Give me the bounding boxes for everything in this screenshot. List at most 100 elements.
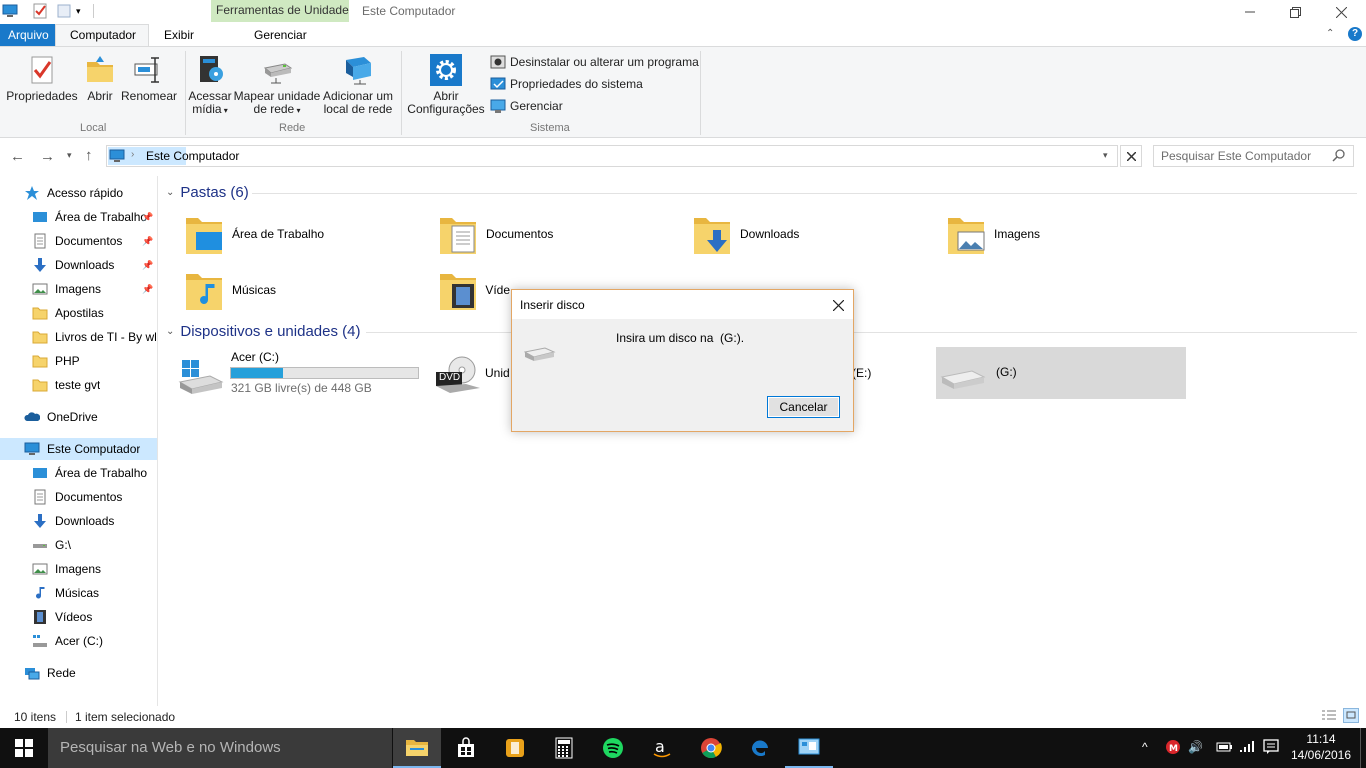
- tab-arquivo[interactable]: Arquivo: [0, 24, 55, 46]
- navigation-pane: Acesso rápido Área de Trabalho 📌 Documen…: [0, 176, 158, 706]
- show-hidden-icons-chevron-icon[interactable]: ^: [1142, 740, 1148, 754]
- start-button[interactable]: [0, 728, 48, 768]
- abrir-configuracoes-button[interactable]: Abrir Configurações: [404, 54, 488, 116]
- back-arrow-icon[interactable]: ←: [10, 148, 25, 165]
- renomear-button[interactable]: Renomear: [120, 54, 178, 103]
- nav-pc-area-de-trabalho[interactable]: Área de Trabalho: [32, 462, 147, 484]
- folder-documentos[interactable]: Documentos: [438, 210, 678, 258]
- nav-onedrive[interactable]: OneDrive: [24, 406, 98, 428]
- nav-quick-imagens[interactable]: Imagens: [32, 278, 101, 300]
- taskbar-chrome[interactable]: [687, 728, 735, 768]
- propriedades-button[interactable]: Propriedades: [6, 54, 78, 103]
- folder-musicas[interactable]: Músicas: [184, 266, 424, 314]
- taskbar-search-input[interactable]: Pesquisar na Web e no Windows: [48, 728, 392, 768]
- nav-quick-downloads[interactable]: Downloads: [32, 254, 114, 276]
- tab-exibir[interactable]: Exibir: [164, 28, 194, 42]
- details-view-icon[interactable]: [1321, 709, 1337, 723]
- propriedades-sistema-button[interactable]: Propriedades do sistema: [490, 75, 643, 93]
- tray-antivirus-icon[interactable]: M: [1166, 740, 1180, 754]
- restore-button[interactable]: [1272, 0, 1318, 24]
- drive-e[interactable]: (E:): [852, 366, 871, 380]
- tray-battery-icon[interactable]: [1215, 741, 1233, 753]
- edge-icon: [751, 740, 768, 757]
- taskbar-clock[interactable]: 11:14 14/06/2016: [1290, 731, 1352, 763]
- cancel-button[interactable]: Cancelar: [767, 396, 840, 418]
- pin-icon[interactable]: 📌: [142, 284, 153, 295]
- acessar-midia-button[interactable]: Acessar mídia ▾: [188, 54, 232, 117]
- computer-icon[interactable]: [2, 3, 18, 19]
- pin-icon[interactable]: 📌: [142, 236, 153, 247]
- breadcrumb[interactable]: Este Computador: [146, 149, 239, 163]
- folders-group-header[interactable]: ⌄ Pastas (6): [166, 184, 249, 201]
- nav-quick-teste-gvt[interactable]: teste gvt: [32, 374, 100, 396]
- tab-computador[interactable]: Computador: [55, 24, 149, 47]
- address-dropdown-icon[interactable]: ▾: [1103, 150, 1108, 161]
- address-bar[interactable]: › Este Computador ▾: [106, 145, 1118, 167]
- nav-quick-documentos[interactable]: Documentos: [32, 230, 122, 252]
- nav-quick-livros-ti[interactable]: Livros de TI - By wh: [32, 326, 156, 348]
- forward-arrow-icon[interactable]: →: [40, 148, 55, 165]
- close-button[interactable]: [1318, 0, 1364, 24]
- taskbar-control-panel[interactable]: [785, 728, 833, 768]
- taskbar-amazon[interactable]: a: [638, 728, 686, 768]
- properties-quick-icon[interactable]: [32, 3, 48, 19]
- nav-pc-musicas[interactable]: Músicas: [32, 582, 99, 604]
- breadcrumb-chevron-icon[interactable]: ›: [131, 149, 134, 160]
- nav-quick-apostilas[interactable]: Apostilas: [32, 302, 104, 324]
- action-center-icon[interactable]: [1263, 739, 1279, 755]
- nav-este-computador[interactable]: Este Computador: [24, 438, 140, 460]
- up-arrow-icon[interactable]: ↑: [85, 147, 93, 164]
- folder-area-de-trabalho[interactable]: Área de Trabalho: [184, 210, 424, 258]
- help-icon[interactable]: ?: [1348, 27, 1362, 41]
- tray-wifi-icon[interactable]: [1239, 739, 1255, 753]
- folder-imagens[interactable]: Imagens: [946, 210, 1186, 258]
- tray-volume-icon[interactable]: 🔊: [1188, 740, 1203, 754]
- drive-dvd[interactable]: DVD Unid: [430, 348, 510, 400]
- nav-acesso-rapido[interactable]: Acesso rápido: [24, 182, 123, 204]
- taskbar-edge[interactable]: [736, 728, 784, 768]
- devices-group-header[interactable]: ⌄ Dispositivos e unidades (4): [166, 323, 360, 340]
- taskbar-spotify[interactable]: [589, 728, 637, 768]
- nav-label: Vídeos: [55, 610, 93, 624]
- folder-videos[interactable]: Víde: [438, 266, 510, 314]
- dialog-title: Inserir disco: [520, 298, 585, 312]
- recent-locations-icon[interactable]: ▾: [67, 150, 72, 161]
- new-folder-quick-icon[interactable]: [56, 3, 72, 19]
- search-input[interactable]: Pesquisar Este Computador: [1153, 145, 1354, 167]
- nav-pc-acer-c[interactable]: Acer (C:): [32, 630, 103, 652]
- gerenciar-button[interactable]: Gerenciar: [490, 97, 563, 115]
- taskbar-file-explorer[interactable]: [393, 728, 441, 768]
- title-bar: ▾ Ferramentas de Unidade Este Computador: [0, 0, 1366, 24]
- desktop-folder-icon: [186, 218, 222, 254]
- drive-g-selected[interactable]: (G:): [936, 347, 1186, 399]
- tab-gerenciar[interactable]: Gerenciar: [254, 28, 307, 42]
- nav-quick-php[interactable]: PHP: [32, 350, 80, 372]
- nav-pc-documentos[interactable]: Documentos: [32, 486, 122, 508]
- abrir-button[interactable]: Abrir: [80, 54, 120, 103]
- svg-text:M: M: [1169, 744, 1178, 754]
- taskbar-calculator[interactable]: [540, 728, 588, 768]
- nav-pc-g-drive[interactable]: G:\: [32, 534, 71, 556]
- nav-pc-imagens[interactable]: Imagens: [32, 558, 101, 580]
- nav-pc-videos[interactable]: Vídeos: [32, 606, 92, 628]
- stop-button[interactable]: [1120, 145, 1142, 167]
- large-icons-view-icon[interactable]: [1343, 708, 1359, 723]
- nav-pc-downloads[interactable]: Downloads: [32, 510, 114, 532]
- adicionar-local-button[interactable]: Adicionar um local de rede: [321, 54, 395, 116]
- taskbar-app-orange[interactable]: [491, 728, 539, 768]
- pin-icon[interactable]: 📌: [142, 260, 153, 271]
- drive-acer-c[interactable]: Acer (C:) 321 GB livre(s) de 448 GB: [176, 348, 426, 400]
- nav-quick-area-de-trabalho[interactable]: Área de Trabalho: [32, 206, 156, 228]
- show-desktop-button[interactable]: [1360, 728, 1366, 768]
- minimize-button[interactable]: [1227, 0, 1273, 24]
- taskbar-store[interactable]: [442, 728, 490, 768]
- desinstalar-button[interactable]: Desinstalar ou alterar um programa: [490, 53, 699, 71]
- nav-rede[interactable]: Rede: [24, 662, 76, 684]
- dialog-close-button[interactable]: [827, 295, 849, 315]
- pin-icon[interactable]: 📌: [142, 212, 153, 223]
- mapear-unidade-button[interactable]: Mapear unidade de rede ▾: [233, 54, 321, 117]
- folder-downloads[interactable]: Downloads: [692, 210, 932, 258]
- customize-quick-access-icon[interactable]: ▾: [76, 6, 92, 22]
- folder-label: Documentos: [486, 227, 554, 241]
- collapse-ribbon-icon[interactable]: ⌃: [1326, 28, 1334, 39]
